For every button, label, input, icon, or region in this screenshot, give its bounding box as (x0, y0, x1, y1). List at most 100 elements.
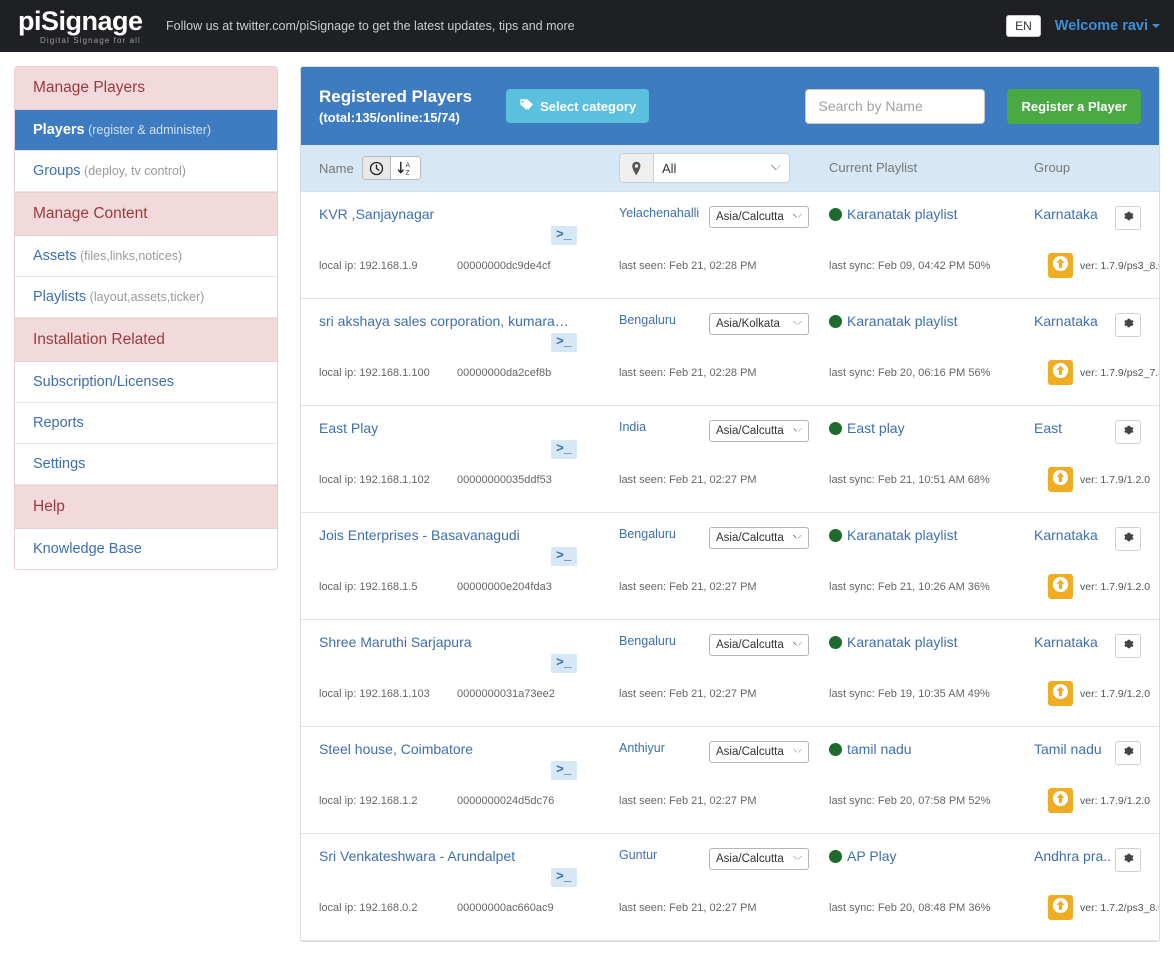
timezone-select[interactable]: Asia/Kolkata (709, 313, 809, 335)
group-link[interactable]: East (1034, 420, 1062, 436)
terminal-icon[interactable]: >_ (551, 440, 577, 459)
timezone-select[interactable]: Asia/Calcutta (709, 848, 809, 870)
settings-button[interactable] (1115, 527, 1141, 551)
sidebar-item-playlists[interactable]: Playlists (layout,assets,ticker) (15, 277, 277, 318)
search-input[interactable] (805, 89, 985, 124)
brand-logo[interactable]: piSignage Digital Signage for all (18, 8, 148, 45)
playlist-link[interactable]: Karanatak playlist (847, 313, 958, 329)
settings-button[interactable] (1115, 848, 1141, 872)
table-row[interactable]: East Play >_ local ip: 192.168.1.102 000… (301, 406, 1159, 513)
group-link[interactable]: Karnataka (1034, 527, 1098, 543)
sort-by-time-button[interactable] (363, 157, 390, 179)
sidebar-item-groups[interactable]: Groups (deploy, tv control) (15, 151, 277, 192)
online-status-icon (829, 850, 842, 863)
playlist-link[interactable]: Karanatak playlist (847, 527, 958, 543)
panel-header-actions: Register a Player (805, 89, 1141, 124)
register-player-button[interactable]: Register a Player (1007, 89, 1141, 124)
svg-text:Z: Z (405, 170, 409, 176)
gear-icon (1121, 744, 1135, 763)
terminal-icon[interactable]: >_ (551, 761, 577, 780)
player-name-link[interactable]: Sri Venkateshwara - Arundalpet (319, 848, 515, 864)
player-group-cell: Tamil nadu (1034, 741, 1141, 823)
table-row[interactable]: Shree Maruthi Sarjapura >_ local ip: 192… (301, 620, 1159, 727)
table-row[interactable]: Sri Venkateshwara - Arundalpet >_ local … (301, 834, 1159, 941)
sidebar-item-assets[interactable]: Assets (files,links,notices) (15, 236, 277, 277)
column-header-current-playlist: Current Playlist (829, 159, 1034, 177)
location-filter-select[interactable]: All (653, 153, 790, 183)
table-row[interactable]: Steel house, Coimbatore >_ local ip: 192… (301, 727, 1159, 834)
sort-alphabetical-button[interactable]: A Z (390, 157, 420, 179)
upgrade-button[interactable] (1048, 681, 1073, 706)
upgrade-button[interactable] (1048, 360, 1073, 385)
playlist-link[interactable]: AP Play (847, 848, 897, 864)
player-last-sync: last sync: Feb 21, 10:26 AM 36% (829, 581, 990, 593)
timezone-select[interactable]: Asia/Calcutta (709, 634, 809, 656)
player-name-link[interactable]: Shree Maruthi Sarjapura (319, 634, 472, 650)
version-row: ver: 1.7.9/1.2.0 (1048, 574, 1150, 599)
column-header-playlist-label: Current Playlist (829, 160, 917, 175)
player-name-cell: Shree Maruthi Sarjapura >_ local ip: 192… (319, 634, 619, 716)
upload-arrow-icon (1052, 469, 1069, 491)
sidebar-item-players[interactable]: Players (register & administer) (15, 110, 277, 151)
playlist-link[interactable]: East play (847, 420, 905, 436)
settings-button[interactable] (1115, 420, 1141, 444)
group-link[interactable]: Tamil nadu (1034, 741, 1102, 757)
timezone-select[interactable]: Asia/Calcutta (709, 527, 809, 549)
upgrade-button[interactable] (1048, 895, 1073, 920)
playlist-link[interactable]: tamil nadu (847, 741, 912, 757)
timezone-select[interactable]: Asia/Calcutta (709, 741, 809, 763)
table-row[interactable]: Jois Enterprises - Basavanagudi >_ local… (301, 513, 1159, 620)
player-name-link[interactable]: KVR ,Sanjaynagar (319, 206, 434, 222)
player-name-link[interactable]: sri akshaya sales corporation, kumaraswa… (319, 313, 574, 329)
settings-button[interactable] (1115, 206, 1141, 230)
terminal-icon[interactable]: >_ (551, 547, 577, 566)
player-group-cell: Karnataka (1034, 313, 1141, 395)
player-name-link[interactable]: East Play (319, 420, 378, 436)
user-menu[interactable]: Welcome ravi (1055, 18, 1160, 34)
player-local-ip: local ip: 192.168.1.102 (319, 474, 430, 486)
playlist-link[interactable]: Karanatak playlist (847, 206, 958, 222)
group-link[interactable]: Karnataka (1034, 634, 1098, 650)
upgrade-button[interactable] (1048, 788, 1073, 813)
terminal-icon[interactable]: >_ (551, 333, 577, 352)
upgrade-button[interactable] (1048, 253, 1073, 278)
player-last-seen: last seen: Feb 21, 02:27 PM (619, 795, 757, 807)
terminal-icon[interactable]: >_ (551, 226, 577, 245)
page-title: Registered Players (total:135/online:15/… (319, 86, 472, 126)
group-link[interactable]: Karnataka (1034, 206, 1098, 222)
page-body: Manage Players Players (register & admin… (0, 52, 1174, 942)
timezone-select[interactable]: Asia/Calcutta (709, 420, 809, 442)
sidebar-item-settings[interactable]: Settings (15, 444, 277, 485)
player-name-link[interactable]: Steel house, Coimbatore (319, 741, 473, 757)
playlist-link[interactable]: Karanatak playlist (847, 634, 958, 650)
sidebar-item-knowledge-base[interactable]: Knowledge Base (15, 529, 277, 569)
sidebar-item-label: Settings (33, 456, 85, 472)
settings-button[interactable] (1115, 741, 1141, 765)
group-link[interactable]: Andhra pra.. (1034, 848, 1111, 864)
player-name-link[interactable]: Jois Enterprises - Basavanagudi (319, 527, 520, 543)
sidebar-item-subscription-licenses[interactable]: Subscription/Licenses (15, 362, 277, 403)
player-location-cell: Bengaluru Asia/Calcutta last seen: Feb 2… (619, 527, 829, 609)
sidebar-item-reports[interactable]: Reports (15, 403, 277, 444)
select-category-button[interactable]: Select category (506, 89, 649, 123)
settings-button[interactable] (1115, 634, 1141, 658)
upgrade-button[interactable] (1048, 574, 1073, 599)
table-row[interactable]: KVR ,Sanjaynagar >_ local ip: 192.168.1.… (301, 192, 1159, 299)
player-mac-address: 00000000da2cef8b (457, 367, 551, 379)
terminal-icon[interactable]: >_ (551, 654, 577, 673)
timezone-select[interactable]: Asia/Calcutta (709, 206, 809, 228)
settings-button[interactable] (1115, 313, 1141, 337)
map-pin-icon[interactable] (619, 153, 653, 183)
player-playlist-cell: East play last sync: Feb 21, 10:51 AM 68… (829, 420, 1034, 502)
language-selector[interactable]: EN (1006, 15, 1041, 37)
table-row[interactable]: sri akshaya sales corporation, kumaraswa… (301, 299, 1159, 406)
upload-arrow-icon (1052, 255, 1069, 277)
group-link[interactable]: Karnataka (1034, 313, 1098, 329)
brand-tagline: Digital Signage for all (40, 37, 148, 45)
upgrade-button[interactable] (1048, 467, 1073, 492)
user-menu-label: Welcome ravi (1055, 18, 1148, 34)
player-name-cell: Sri Venkateshwara - Arundalpet >_ local … (319, 848, 619, 930)
version-row: ver: 1.7.9/1.2.0 (1048, 788, 1150, 813)
terminal-icon[interactable]: >_ (551, 868, 577, 887)
player-name-cell: Jois Enterprises - Basavanagudi >_ local… (319, 527, 619, 609)
